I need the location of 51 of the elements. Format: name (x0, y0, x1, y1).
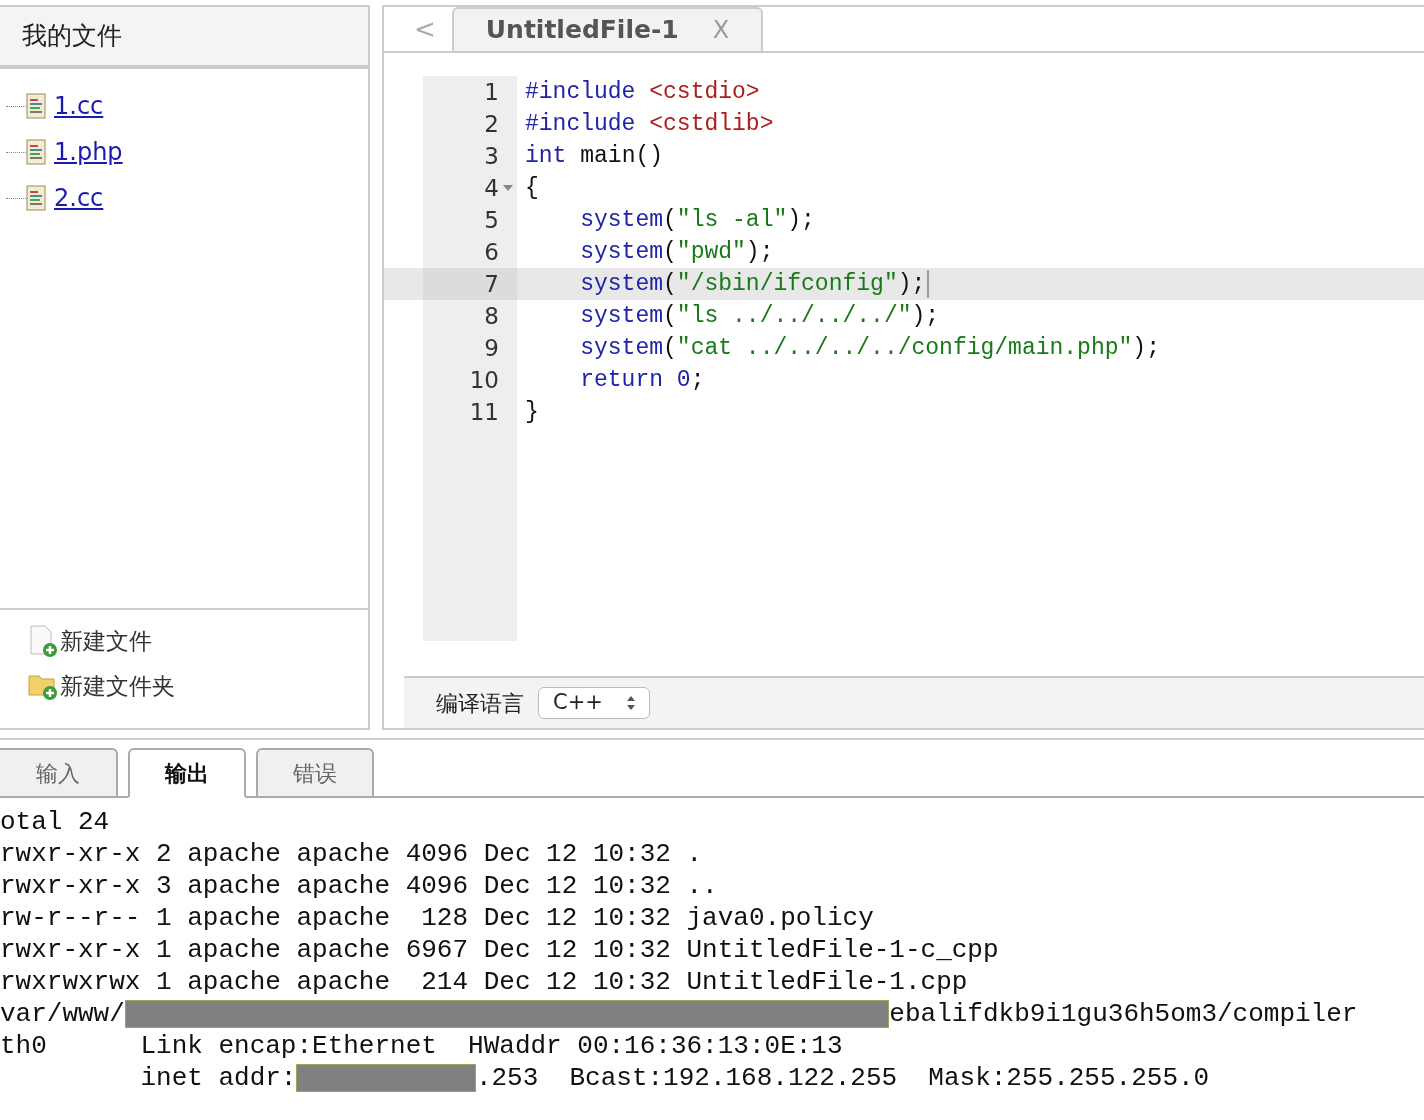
output-line: rw-r--r-- 1 apache apache 128 Dec 12 10:32 java0.policy (0, 902, 875, 934)
new-item-link[interactable]: 新建文件 (60, 624, 152, 659)
line-number: 10 (469, 365, 499, 395)
output-line: inet addr: .253 Bcast:192.168.122.255 Mask:255.255.255.0 (139, 1062, 1211, 1094)
output-line: th0 Link encap:Ethernet HWaddr 00:16:36:13:0E:13 (0, 1030, 844, 1062)
output-tab[interactable]: 输出 (128, 748, 246, 798)
code-text: system("ls ../../../../"); (579, 301, 940, 331)
text-cursor (927, 270, 930, 298)
panel-title: 我的文件 (0, 7, 368, 69)
compile-label: 编译语言 (436, 689, 524, 718)
file-link[interactable]: 1.php (54, 134, 123, 170)
line-number: 4 (484, 173, 499, 203)
code-text: #include <cstdlib> (525, 109, 774, 139)
language-select[interactable]: C++ (538, 687, 650, 719)
code-text: return 0; (579, 365, 705, 395)
output-line: rwxr-xr-x 2 apache apache 4096 Dec 12 10:32 . (0, 838, 704, 870)
line-number: 2 (484, 109, 499, 139)
new-item-link[interactable]: 新建文件夹 (60, 668, 175, 703)
line-number: 5 (484, 205, 499, 235)
code-text: int main() (525, 141, 664, 171)
line-number: 1 (484, 77, 499, 107)
line-number: 9 (484, 333, 499, 363)
line-number: 8 (484, 301, 499, 331)
code-text: system("/sbin/ifconfig"); (525, 266, 930, 302)
output-line: rwxr-xr-x 3 apache apache 4096 Dec 12 10:32 .. (0, 870, 719, 902)
code-text: { (525, 173, 539, 203)
new-file-icon (28, 624, 60, 659)
code-text: #include <cstdio> (525, 77, 760, 107)
fold-arrow-icon[interactable] (503, 185, 513, 191)
output-line: otal 24 (0, 806, 111, 838)
select-arrows-icon (627, 696, 635, 710)
code-text: } (525, 397, 539, 427)
editor-tab[interactable]: UntitledFile-1 X (451, 7, 764, 51)
output-line: var/www/ ebalifdkb9i1gu36h5om3/compiler (0, 998, 1359, 1030)
output-line: rwxrwxrwx 1 apache apache 214 Dec 12 10:32 UntitledFile-1.cpp (0, 966, 969, 998)
code-text: system("cat ../../../../config/main.php"); (579, 333, 1160, 363)
file-link[interactable]: 2.cc (54, 180, 104, 216)
line-number: 11 (469, 397, 499, 427)
document-icon (26, 185, 46, 211)
line-number: 7 (484, 269, 499, 299)
document-icon (26, 93, 46, 119)
output-tab[interactable]: 错误 (256, 748, 374, 796)
tab-label: UntitledFile-1 (485, 14, 679, 47)
code-text: system("ls -al"); (579, 205, 815, 235)
line-number: 3 (484, 141, 499, 171)
output-tab[interactable]: 输入 (0, 748, 118, 796)
line-number: 6 (484, 237, 499, 267)
output-line: rwxr-xr-x 1 apache apache 6967 Dec 12 10:32 UntitledFile-1-c_cpp (0, 934, 1000, 966)
file-link[interactable]: 1.cc (54, 88, 104, 124)
code-text: system("pwd"); (579, 237, 774, 267)
document-icon (26, 139, 46, 165)
